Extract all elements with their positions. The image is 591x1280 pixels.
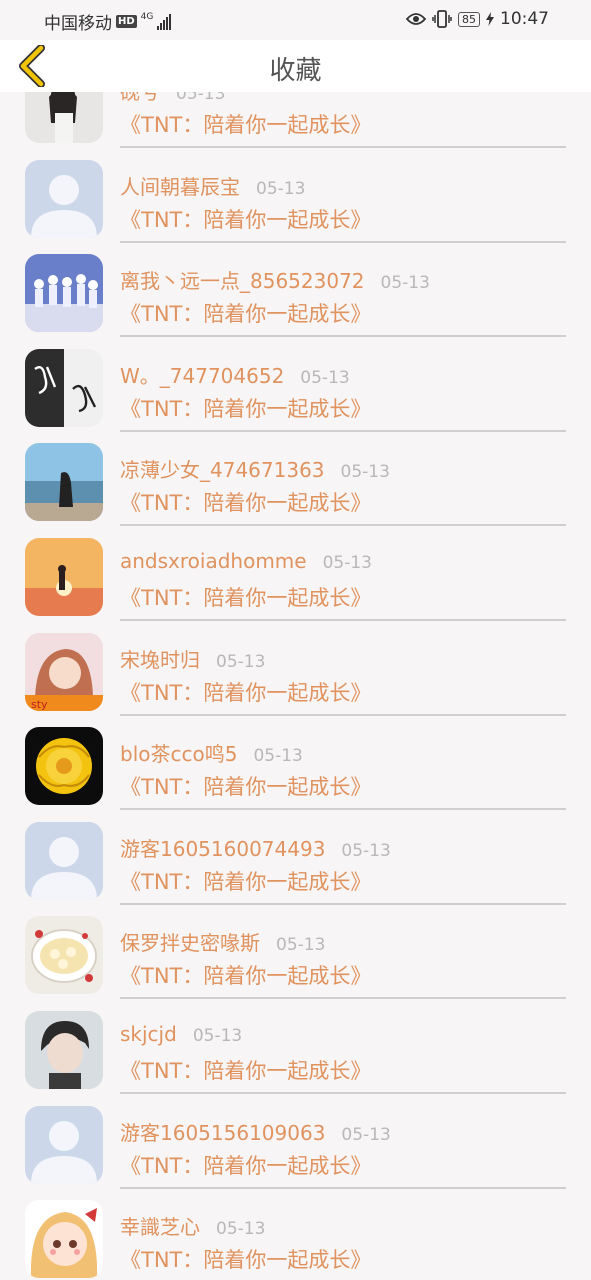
work-title-link[interactable]: 《TNT：陪着你一起成长》	[120, 582, 371, 612]
status-left: 中国移动 HD 4G	[44, 9, 172, 34]
work-title-link[interactable]: 《TNT：陪着你一起成长》	[120, 1244, 371, 1274]
avatar[interactable]	[25, 1105, 103, 1184]
clock: 10:47	[500, 9, 549, 29]
favorite-date: 05-13	[380, 273, 430, 294]
user-name-text: skjcjd	[120, 1021, 177, 1046]
favorite-item[interactable]: 保罗拌史密喙斯 05-13 《TNT：陪着你一起成长》	[0, 904, 591, 1000]
favorite-item[interactable]: blo茶cco鸣5 05-13 《TNT：陪着你一起成长》	[0, 715, 591, 811]
user-name-text: 人间朝暮辰宝	[120, 174, 240, 199]
page-header: 收藏	[0, 40, 591, 92]
work-title-link[interactable]: 《TNT：陪着你一起成长》	[120, 677, 371, 707]
favorite-item[interactable]: skjcjd 05-13 《TNT：陪着你一起成长》	[0, 999, 591, 1094]
favorite-date: 05-13	[276, 935, 326, 956]
avatar[interactable]	[25, 537, 103, 616]
user-name[interactable]: 宋堍时归 05-13	[120, 644, 265, 673]
favorite-date: 05-13	[216, 651, 266, 672]
hd-badge: HD	[116, 15, 137, 28]
work-title-link[interactable]: 《TNT：陪着你一起成长》	[120, 204, 371, 234]
user-name-text: 幸識芝心	[120, 1215, 200, 1240]
user-name[interactable]: 保罗拌史密喙斯 05-13	[120, 927, 325, 956]
avatar[interactable]	[25, 1200, 103, 1279]
avatar[interactable]	[25, 821, 103, 900]
avatar[interactable]	[25, 727, 103, 806]
user-name-text: W。_747704652	[120, 363, 285, 388]
user-name[interactable]: 砚兮 05-13	[120, 92, 225, 105]
favorites-list[interactable]: 砚兮 05-13 《TNT：陪着你一起成长》 人间朝暮辰宝 05-13 《TNT：陪着你一…	[0, 92, 591, 1280]
favorite-date: 05-13	[256, 178, 306, 199]
avatar[interactable]	[25, 348, 103, 427]
avatar[interactable]	[25, 443, 103, 522]
avatar[interactable]	[25, 916, 103, 995]
eye-icon	[406, 13, 426, 25]
charging-icon	[486, 12, 494, 26]
user-name-text: 保罗拌史密喙斯	[120, 931, 260, 956]
user-name[interactable]: 凉薄少女_474671363 05-13	[120, 454, 390, 483]
favorite-date: 05-13	[340, 462, 390, 483]
user-name[interactable]: 幸識芝心 05-13	[120, 1211, 265, 1240]
user-name-text: 游客1605160074493	[120, 836, 326, 861]
favorite-item[interactable]: 人间朝暮辰宝 05-13 《TNT：陪着你一起成长》	[0, 148, 591, 243]
user-name[interactable]: 人间朝暮辰宝 05-13	[120, 171, 305, 200]
work-title-link[interactable]: 《TNT：陪着你一起成长》	[120, 1150, 371, 1180]
user-name-text: 凉薄少女_474671363	[120, 458, 325, 483]
favorite-item[interactable]: sty 宋堍时归 05-13 《TNT：陪着你一起成长》	[0, 621, 591, 716]
user-name[interactable]: andsxroiadhomme 05-13	[120, 549, 372, 573]
carrier-label: 中国移动	[44, 14, 112, 34]
avatar[interactable]: sty	[25, 632, 103, 711]
user-name[interactable]: blo茶cco鸣5 05-13	[120, 738, 303, 767]
favorite-date: 05-13	[341, 840, 391, 861]
svg-text:sty: sty	[31, 698, 48, 711]
favorite-item[interactable]: 凉薄少女_474671363 05-13 《TNT：陪着你一起成长》	[0, 431, 591, 527]
user-name-text: 宋堍时归	[120, 647, 200, 672]
favorite-date: 05-13	[341, 1124, 391, 1145]
work-title-link[interactable]: 《TNT：陪着你一起成长》	[120, 960, 371, 990]
work-title-link[interactable]: 《TNT：陪着你一起成长》	[120, 393, 371, 423]
favorites-list-inner: 砚兮 05-13 《TNT：陪着你一起成长》 人间朝暮辰宝 05-13 《TNT：陪着你一…	[0, 92, 591, 1280]
avatar[interactable]	[25, 254, 103, 333]
user-name-text: andsxroiadhomme	[120, 548, 307, 573]
user-name[interactable]: skjcjd 05-13	[120, 1022, 242, 1046]
user-name[interactable]: 离我丶远一点_856523072 05-13	[120, 265, 430, 294]
signal-icon	[157, 13, 172, 30]
avatar[interactable]	[25, 1010, 103, 1089]
battery-icon: 85	[458, 11, 480, 27]
page-title: 收藏	[269, 56, 322, 86]
favorite-item[interactable]: andsxroiadhomme 05-13 《TNT：陪着你一起成长》	[0, 526, 591, 621]
work-title-link[interactable]: 《TNT：陪着你一起成长》	[120, 1055, 371, 1085]
favorite-item[interactable]: 幸識芝心 05-13 《TNT：陪着你一起成长》	[0, 1188, 591, 1280]
work-title-link[interactable]: 《TNT：陪着你一起成长》	[120, 487, 371, 517]
status-right: 85 10:47	[406, 9, 549, 29]
user-name[interactable]: 游客1605160074493 05-13	[120, 833, 391, 862]
work-title-link[interactable]: 《TNT：陪着你一起成长》	[120, 109, 371, 139]
favorite-date: 05-13	[216, 1219, 266, 1240]
favorite-date: 05-13	[176, 92, 226, 104]
favorite-date: 05-13	[253, 746, 303, 767]
vibrate-icon	[432, 10, 452, 28]
avatar[interactable]	[25, 92, 103, 143]
favorite-item[interactable]: 离我丶远一点_856523072 05-13 《TNT：陪着你一起成长》	[0, 242, 591, 338]
user-name[interactable]: 游客1605156109063 05-13	[120, 1117, 391, 1146]
favorite-item[interactable]: 游客1605160074493 05-13 《TNT：陪着你一起成长》	[0, 810, 591, 905]
status-bar: 中国移动 HD 4G 85 10:47	[0, 0, 591, 40]
user-name-text: blo茶cco鸣5	[120, 742, 238, 767]
favorite-date: 05-13	[192, 1025, 243, 1046]
favorite-item[interactable]: 游客1605156109063 05-13 《TNT：陪着你一起成长》	[0, 1094, 591, 1189]
work-title-link[interactable]: 《TNT：陪着你一起成长》	[120, 298, 371, 328]
network-type: 4G	[140, 12, 154, 22]
favorite-date: 05-13	[300, 367, 350, 388]
favorite-item[interactable]: 砚兮 05-13 《TNT：陪着你一起成长》	[0, 92, 591, 148]
favorite-item[interactable]: W。_747704652 05-13 《TNT：陪着你一起成长》	[0, 337, 591, 432]
user-name-text: 离我丶远一点_856523072	[120, 269, 365, 294]
user-name-text: 游客1605156109063	[120, 1120, 326, 1145]
user-name-text: 砚兮	[120, 92, 160, 104]
work-title-link[interactable]: 《TNT：陪着你一起成长》	[120, 866, 371, 896]
work-title-link[interactable]: 《TNT：陪着你一起成长》	[120, 771, 371, 801]
user-name[interactable]: W。_747704652 05-13	[120, 360, 350, 389]
avatar[interactable]	[25, 159, 103, 238]
favorite-date: 05-13	[322, 552, 372, 573]
